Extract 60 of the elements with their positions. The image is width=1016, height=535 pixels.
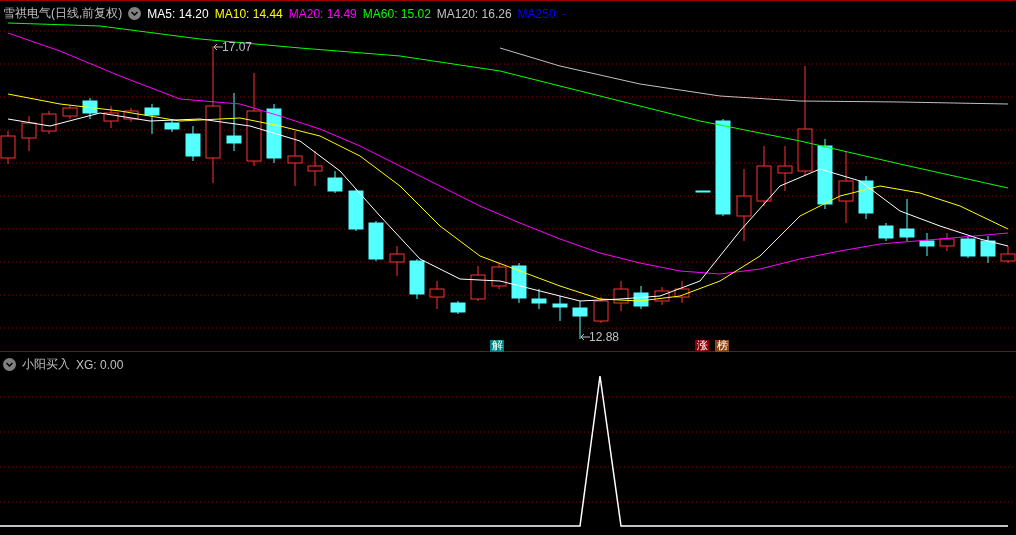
candlestick [491,262,507,290]
candlestick [919,232,935,257]
candlestick [348,188,364,232]
candlestick [389,245,405,277]
chevron-down-icon[interactable] [128,7,142,20]
pointer-arrow-icon [213,43,224,51]
pointer-arrow-icon [580,333,591,341]
marker-badge: 涨 [695,340,709,352]
candlestick [960,236,976,259]
moving-average-value: MA10: 14.44 [214,6,283,21]
indicator-title: 小阳买入 [22,356,70,373]
candlestick [980,235,996,264]
marker-badge: 解 [490,340,504,352]
candlestick [62,104,78,120]
candlestick [185,125,201,162]
candlestick [266,103,282,164]
candlestick [123,107,139,123]
candlestick [429,280,445,310]
candlestick [531,288,547,310]
chevron-down-icon[interactable] [3,358,16,371]
candlestick [226,92,242,152]
candlestick [633,285,649,310]
price-label: 17.07 [222,40,253,54]
candlestick [368,220,384,262]
marker-badge: 榜 [715,340,729,352]
candlestick [654,286,670,306]
candlestick [858,175,874,220]
moving-average-value: MA5: 14.20 [147,6,209,21]
candlestick [674,280,690,304]
candlestick [572,300,588,340]
moving-average-value: MA120: 16.26 [436,6,512,21]
candlestick [21,115,37,152]
candlestick [777,145,793,192]
candlestick [470,265,486,302]
candlestick [613,280,629,312]
candlestick [593,296,609,324]
candlestick [409,258,425,300]
moving-average-value: MA20: 14.49 [288,6,357,21]
candlestick [939,232,955,252]
moving-average-value: MA250: - [517,6,567,21]
price-label: 12.88 [589,330,620,344]
candlestick [82,97,98,120]
candlestick [41,110,57,135]
stock-title: 雪祺电气(日线,前复权) [3,5,123,22]
candlestick [307,150,323,187]
candlestick [756,145,772,207]
candlestick [695,190,711,193]
indicator-value: XG: 0.00 [76,357,124,372]
candlestick [450,300,466,315]
candlestick [287,130,303,187]
candlestick [899,198,915,242]
candlestick [103,105,119,129]
candlestick [511,262,527,304]
candlestick [327,170,343,194]
candlestick [164,118,180,133]
moving-average-value: MA60: 15.02 [362,6,431,21]
candlestick [552,295,568,322]
candlestick [878,222,894,242]
candlestick [817,138,833,210]
candlestick [144,103,160,135]
